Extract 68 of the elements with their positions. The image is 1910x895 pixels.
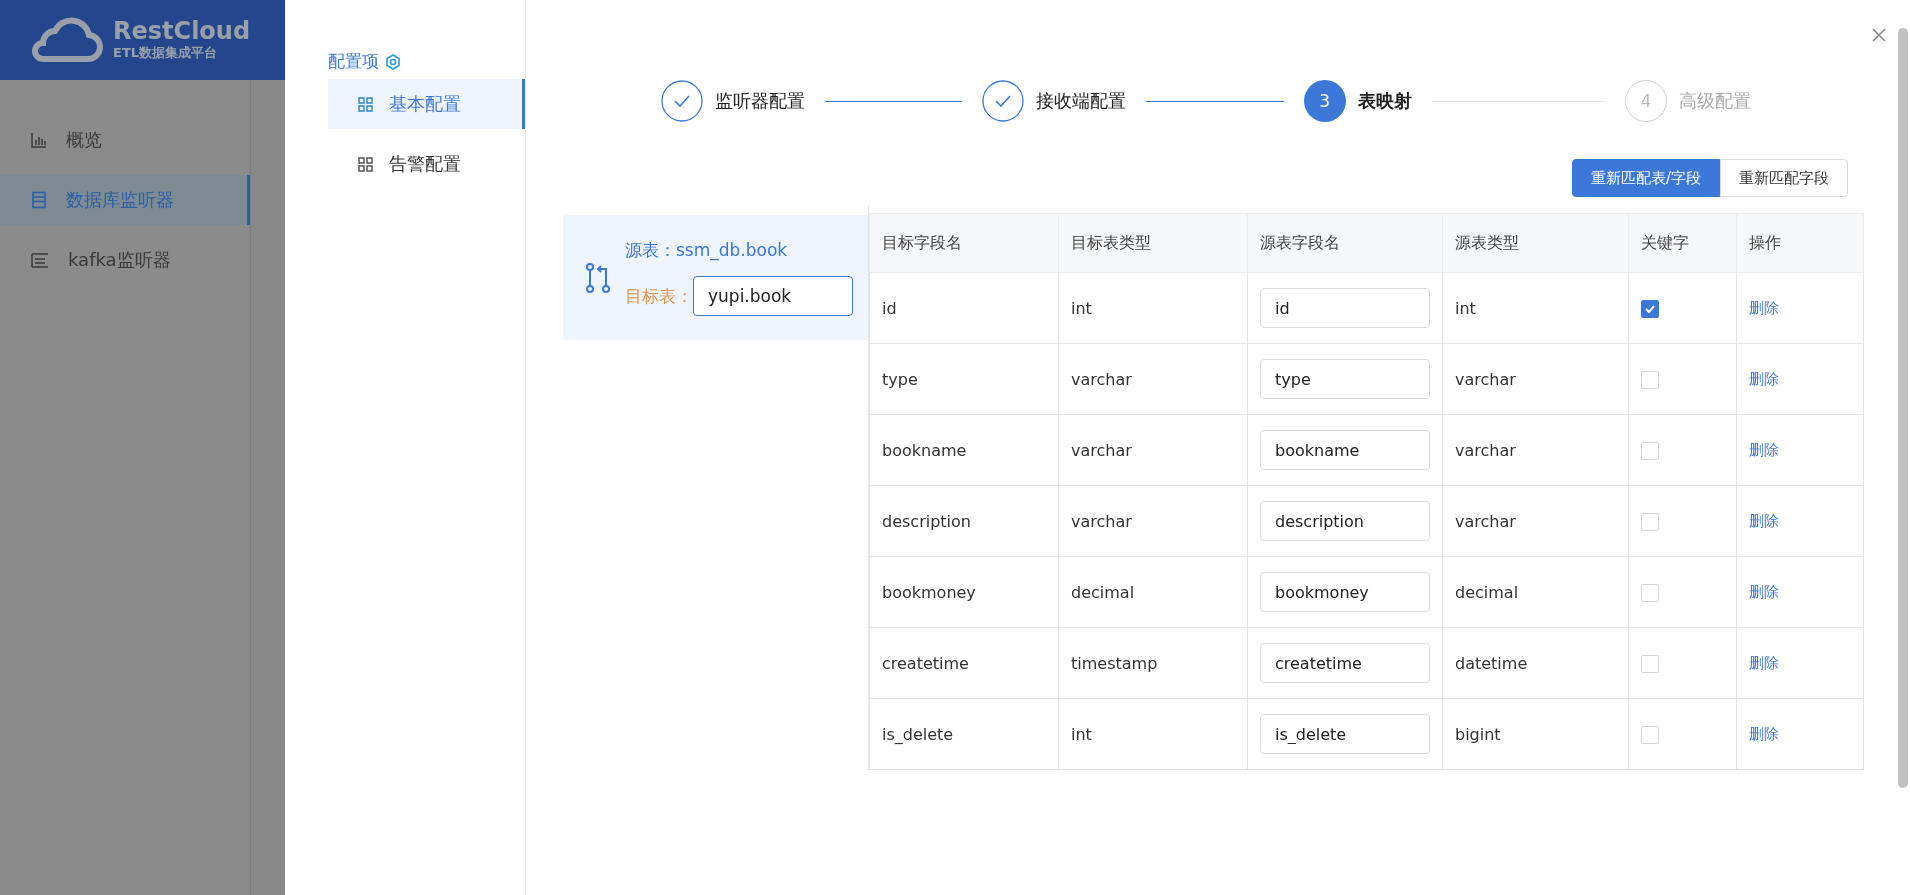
list-icon bbox=[30, 251, 50, 269]
table-cell: int bbox=[1058, 272, 1248, 344]
step-label: 接收端配置 bbox=[1036, 89, 1127, 113]
column-header: 目标表类型 bbox=[1058, 213, 1248, 273]
rematch-field-button[interactable]: 重新匹配字段 bbox=[1720, 159, 1848, 197]
table-cell: varchar bbox=[1442, 343, 1629, 415]
sidebar-item[interactable]: 概览 bbox=[0, 115, 250, 165]
grid-icon bbox=[358, 156, 373, 172]
table-cell: bookname bbox=[869, 414, 1059, 486]
source-field-input[interactable]: is_delete bbox=[1260, 714, 1430, 754]
table-cell: is_delete bbox=[869, 698, 1059, 770]
delete-link[interactable]: 删除 bbox=[1749, 512, 1779, 530]
swap-icon bbox=[585, 261, 611, 294]
document-icon bbox=[30, 191, 48, 209]
table-cell: varchar bbox=[1442, 485, 1629, 557]
source-field-input[interactable]: id bbox=[1260, 288, 1430, 328]
source-field-input[interactable]: createtime bbox=[1260, 643, 1430, 683]
source-field-input[interactable]: bookmoney bbox=[1260, 572, 1430, 612]
table-cell: varchar bbox=[1442, 414, 1629, 486]
config-nav-item[interactable]: 基本配置 bbox=[328, 79, 525, 129]
table-cell: varchar bbox=[1058, 485, 1248, 557]
column-header: 源表类型 bbox=[1442, 213, 1629, 273]
table-cell: decimal bbox=[1442, 556, 1629, 628]
key-checkbox[interactable] bbox=[1641, 299, 1659, 318]
source-field-input[interactable]: type bbox=[1260, 359, 1430, 399]
bar-chart-icon bbox=[30, 131, 48, 149]
source-field-input[interactable]: description bbox=[1260, 501, 1430, 541]
delete-link[interactable]: 删除 bbox=[1749, 299, 1779, 317]
config-nav-item[interactable]: 告警配置 bbox=[328, 139, 525, 189]
logo-text: RestCloud bbox=[113, 18, 251, 44]
table-cell: int bbox=[1058, 698, 1248, 770]
source-field-input[interactable]: bookname bbox=[1260, 430, 1430, 470]
table-cell: createtime bbox=[869, 627, 1059, 699]
table-cell: description bbox=[869, 485, 1059, 557]
close-icon[interactable] bbox=[1872, 28, 1886, 42]
delete-link[interactable]: 删除 bbox=[1749, 725, 1779, 743]
table-cell: id bbox=[869, 272, 1059, 344]
table-cell: varchar bbox=[1058, 414, 1248, 486]
settings-icon bbox=[385, 53, 401, 70]
table-cell: datetime bbox=[1442, 627, 1629, 699]
rematch-table-button[interactable]: 重新匹配表/字段 bbox=[1571, 159, 1720, 197]
table-cell: decimal bbox=[1058, 556, 1248, 628]
sidebar-item[interactable]: kafka监听器 bbox=[0, 235, 250, 285]
table-cell: bookmoney bbox=[869, 556, 1059, 628]
logo-subtitle: ETL数据集成平台 bbox=[113, 44, 219, 62]
column-header: 目标字段名 bbox=[869, 213, 1059, 273]
table-cell: timestamp bbox=[1058, 627, 1248, 699]
target-table-field[interactable]: yupi.book bbox=[693, 276, 853, 316]
section-title: 配置项 bbox=[328, 50, 379, 73]
target-table-label: 目标表： bbox=[625, 284, 693, 308]
source-table-text: 源表：ssm_db.book bbox=[625, 239, 788, 262]
delete-link[interactable]: 删除 bbox=[1749, 441, 1779, 459]
delete-link[interactable]: 删除 bbox=[1749, 370, 1779, 388]
step-label: 表映射 bbox=[1357, 89, 1412, 113]
column-header: 关键字 bbox=[1628, 213, 1737, 273]
table-cell: bigint bbox=[1442, 698, 1629, 770]
scrollbar[interactable] bbox=[1898, 28, 1908, 788]
step-label: 监听器配置 bbox=[715, 89, 805, 113]
table-cell: varchar bbox=[1058, 343, 1248, 415]
delete-link[interactable]: 删除 bbox=[1749, 654, 1779, 672]
cloud-logo-icon bbox=[29, 17, 103, 63]
step-label: 高级配置 bbox=[1679, 89, 1751, 113]
column-header: 源表字段名 bbox=[1247, 213, 1443, 273]
grid-icon bbox=[358, 96, 373, 112]
table-cell: type bbox=[869, 343, 1059, 415]
column-header: 操作 bbox=[1736, 213, 1864, 273]
delete-link[interactable]: 删除 bbox=[1749, 583, 1779, 601]
table-cell: int bbox=[1442, 272, 1629, 344]
